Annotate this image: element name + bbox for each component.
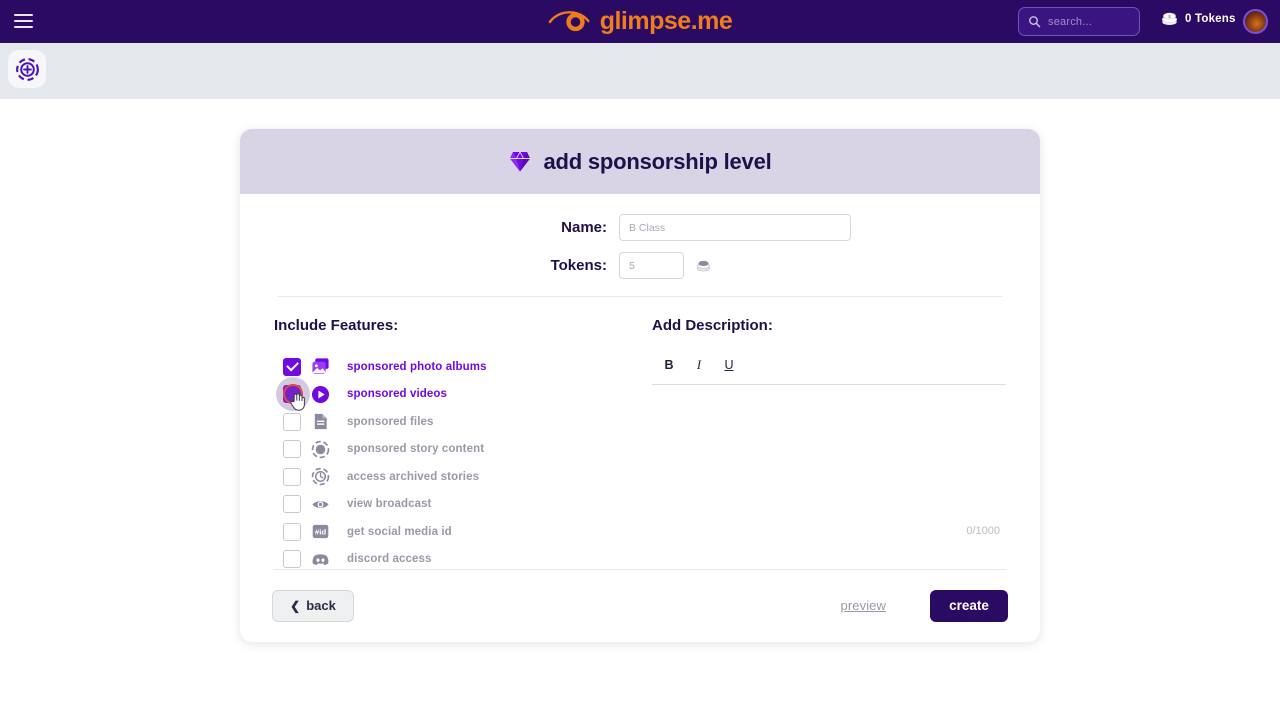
eye-icon	[310, 494, 330, 514]
feature-row[interactable]: access archived stories	[274, 463, 652, 491]
description-title: Add Description:	[652, 317, 773, 334]
feature-checkbox-get-social-media-id[interactable]	[283, 522, 301, 541]
italic-button[interactable]: I	[692, 358, 706, 373]
coin-stack-icon: $	[1161, 12, 1178, 25]
modal-title: add sponsorship level	[543, 148, 772, 174]
tokens-label: Tokens:	[550, 257, 607, 274]
description-textarea[interactable]	[652, 385, 1006, 525]
photo-album-icon	[310, 357, 330, 377]
file-icon	[310, 412, 330, 432]
description-column: Add Description: B I U 0/1000	[652, 317, 1006, 573]
underline-button[interactable]: U	[722, 358, 736, 372]
search-placeholder: search...	[1048, 15, 1092, 28]
feature-checkbox-discord-access[interactable]	[283, 550, 301, 569]
token-coin-indicator	[695, 259, 712, 273]
feature-label: sponsored files	[347, 415, 434, 428]
tokens-indicator[interactable]: $ 0 Tokens	[1160, 11, 1236, 27]
character-counter: 0/1000	[966, 525, 1000, 537]
feature-label: access archived stories	[347, 470, 480, 483]
hamburger-line	[14, 20, 33, 22]
feature-label: discord access	[347, 553, 432, 566]
preview-link[interactable]: preview	[841, 598, 887, 613]
eye-logo-icon	[548, 10, 590, 31]
feature-row[interactable]: sponsored photo albums	[274, 353, 652, 381]
feature-label: sponsored photo albums	[347, 360, 487, 373]
feature-checkbox-access-archived-stories[interactable]	[283, 467, 301, 486]
name-label: Name:	[561, 219, 607, 236]
name-row: Name: B Class	[240, 214, 1040, 241]
tokens-field[interactable]: 5	[619, 252, 684, 279]
feature-label: sponsored story content	[347, 443, 485, 456]
hamburger-line	[14, 26, 33, 28]
search-icon	[1029, 16, 1041, 28]
tokens-placeholder: 5	[629, 259, 635, 272]
stories-strip	[0, 43, 1280, 99]
discord-icon	[310, 549, 330, 569]
feature-row[interactable]: sponsored videos	[274, 376, 652, 411]
feature-checkbox-sponsored-story-content[interactable]	[283, 440, 301, 459]
name-field[interactable]: B Class	[619, 214, 851, 241]
tokens-row: Tokens: 5	[240, 252, 1040, 279]
brand-name: glimpse.me	[599, 7, 733, 35]
back-button[interactable]: ❮ back	[272, 589, 354, 622]
modal-footer: ❮ back preview create	[240, 569, 1040, 642]
feature-label: get social media id	[347, 525, 452, 538]
coin-icon	[697, 260, 710, 271]
svg-text:#id: #id	[314, 528, 325, 537]
rich-text-toolbar: B I U	[652, 353, 1006, 377]
feature-checkbox-view-broadcast[interactable]	[283, 495, 301, 514]
add-sponsorship-level-modal: add sponsorship level Name: B Class Toke…	[240, 129, 1040, 642]
hamburger-line	[14, 14, 33, 16]
features-column: Include Features: sponsored photo albums	[274, 317, 652, 573]
feature-row[interactable]: sponsored files	[274, 408, 652, 436]
feature-row[interactable]: #id get social media id	[274, 518, 652, 546]
user-avatar[interactable]	[1243, 9, 1268, 34]
feature-checkbox-sponsored-files[interactable]	[283, 412, 301, 431]
basic-fields: Name: B Class Tokens: 5	[240, 194, 1040, 279]
feature-label: sponsored videos	[347, 388, 448, 401]
hashtag-id-icon: #id	[310, 522, 330, 542]
features-title: Include Features:	[274, 317, 399, 334]
feature-row[interactable]: sponsored story content	[274, 436, 652, 464]
modal-header: add sponsorship level	[240, 129, 1040, 194]
feature-row[interactable]: view broadcast	[274, 491, 652, 519]
archive-clock-icon	[310, 467, 330, 487]
play-video-icon	[310, 384, 330, 404]
search-input[interactable]: search...	[1018, 7, 1140, 36]
add-story-button[interactable]	[8, 50, 46, 88]
story-circle-icon	[310, 439, 330, 459]
bold-button[interactable]: B	[662, 358, 676, 372]
tokens-count-label: 0 Tokens	[1185, 13, 1236, 25]
create-button[interactable]: create	[930, 589, 1008, 622]
hamburger-menu-icon[interactable]	[14, 11, 36, 31]
modal-body: Include Features: sponsored photo albums	[240, 297, 1040, 573]
back-button-label: back	[306, 598, 336, 613]
gem-icon	[510, 151, 531, 172]
chevron-left-icon: ❮	[290, 598, 301, 613]
name-placeholder: B Class	[629, 221, 666, 234]
feature-checkbox-sponsored-videos[interactable]	[283, 385, 301, 404]
feature-checkbox-sponsored-photo-albums[interactable]	[283, 357, 301, 376]
feature-label: view broadcast	[347, 498, 432, 511]
add-story-icon	[15, 57, 39, 81]
top-navigation-bar: glimpse.me search... $ 0 Tokens	[0, 0, 1280, 43]
